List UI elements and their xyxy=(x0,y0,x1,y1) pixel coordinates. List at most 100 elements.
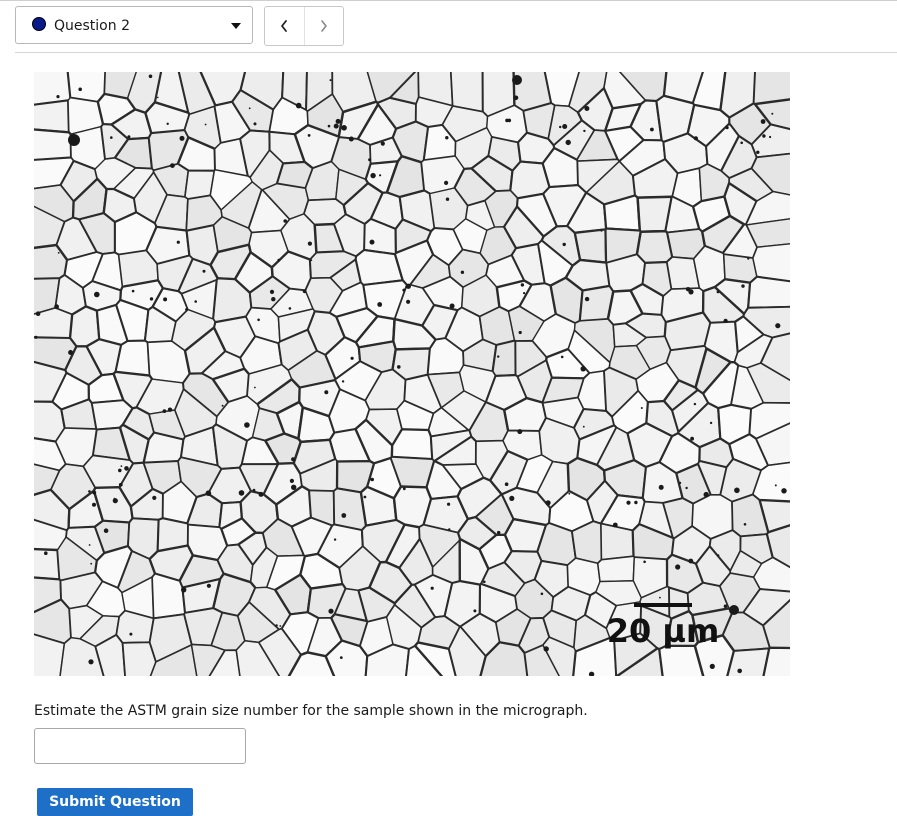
inclusion xyxy=(162,409,167,413)
grain xyxy=(114,339,151,377)
inclusion xyxy=(449,303,455,309)
grain xyxy=(34,99,70,134)
inclusion xyxy=(760,119,766,124)
inclusion xyxy=(737,668,742,674)
inclusion xyxy=(275,624,278,627)
inclusion xyxy=(113,497,116,500)
next-question-button[interactable] xyxy=(303,7,344,45)
inclusion xyxy=(460,270,465,274)
inclusion xyxy=(57,252,60,254)
inclusion xyxy=(659,596,661,599)
inclusion xyxy=(92,490,97,495)
inclusion xyxy=(497,355,500,358)
grain xyxy=(151,572,186,620)
inclusion xyxy=(380,141,385,146)
inclusion xyxy=(584,106,590,111)
inclusion xyxy=(341,513,347,518)
inclusion xyxy=(295,102,302,109)
inclusion xyxy=(600,229,603,232)
inclusion xyxy=(580,366,586,372)
inclusion xyxy=(743,523,747,526)
grain-boundaries xyxy=(34,72,790,676)
inclusion xyxy=(127,135,131,139)
inclusion xyxy=(167,407,173,412)
inclusion xyxy=(559,125,562,129)
inclusion xyxy=(734,487,740,494)
inclusion xyxy=(363,495,367,499)
inclusion xyxy=(68,350,74,355)
inclusion xyxy=(152,495,157,500)
question-prompt: Estimate the ASTM grain size number for … xyxy=(34,703,588,719)
scale-bar-label: 20 µm xyxy=(607,612,720,650)
grain xyxy=(491,339,517,377)
inclusion xyxy=(307,134,311,137)
inclusion xyxy=(723,318,728,323)
grain xyxy=(596,555,636,583)
inclusion xyxy=(716,290,720,294)
inclusion xyxy=(693,402,697,406)
inclusion xyxy=(517,429,523,435)
inclusion xyxy=(341,380,345,383)
inclusion xyxy=(204,123,207,126)
inclusion xyxy=(88,490,91,493)
inclusion xyxy=(94,291,100,298)
inclusion xyxy=(35,311,41,316)
inclusion xyxy=(289,478,294,483)
inclusion xyxy=(335,118,341,124)
inclusion xyxy=(194,300,197,303)
inclusion xyxy=(740,141,743,145)
inclusion xyxy=(650,127,654,132)
submit-question-button[interactable]: Submit Question xyxy=(37,788,193,816)
inclusion xyxy=(307,241,312,246)
inclusion xyxy=(584,296,590,302)
inclusion xyxy=(447,502,451,506)
inclusion xyxy=(329,79,332,82)
inclusion xyxy=(626,500,631,505)
inclusion xyxy=(179,135,185,141)
grain xyxy=(142,431,185,464)
inclusion xyxy=(288,307,292,310)
inclusion xyxy=(685,287,691,292)
inclusion xyxy=(170,163,175,168)
inclusion xyxy=(328,608,334,614)
inclusion xyxy=(271,297,276,302)
inclusion xyxy=(723,604,728,608)
inclusion xyxy=(254,386,256,389)
inclusion xyxy=(402,487,406,491)
question-selector[interactable]: Question 2 xyxy=(15,6,253,44)
inclusion xyxy=(562,242,566,247)
inclusion xyxy=(206,583,211,588)
inclusion xyxy=(405,283,411,289)
inclusion xyxy=(685,486,688,490)
inclusion xyxy=(185,308,188,311)
grain xyxy=(121,641,157,676)
pore xyxy=(512,75,522,85)
inclusion xyxy=(583,129,586,133)
inclusion xyxy=(370,172,376,179)
inclusion xyxy=(612,522,618,528)
inclusion xyxy=(397,365,401,369)
previous-question-button[interactable] xyxy=(265,7,304,45)
inclusion xyxy=(688,558,694,564)
inclusion xyxy=(505,118,509,123)
inclusion xyxy=(90,562,93,565)
inclusion xyxy=(283,219,287,223)
inclusion xyxy=(509,495,515,501)
inclusion xyxy=(291,484,297,490)
inclusion xyxy=(582,425,585,428)
inclusion xyxy=(166,122,169,125)
grain xyxy=(573,228,608,264)
inclusion xyxy=(88,659,94,665)
inclusion xyxy=(148,74,153,79)
inclusion xyxy=(741,284,745,288)
inclusion xyxy=(562,124,568,129)
inclusion xyxy=(253,122,257,126)
inclusion xyxy=(341,125,347,131)
pore xyxy=(68,134,80,146)
inclusion xyxy=(640,407,643,409)
inclusion xyxy=(54,304,59,310)
answer-input[interactable] xyxy=(34,728,246,764)
inclusion xyxy=(523,292,526,295)
inclusion xyxy=(238,490,245,496)
grain xyxy=(600,522,635,561)
